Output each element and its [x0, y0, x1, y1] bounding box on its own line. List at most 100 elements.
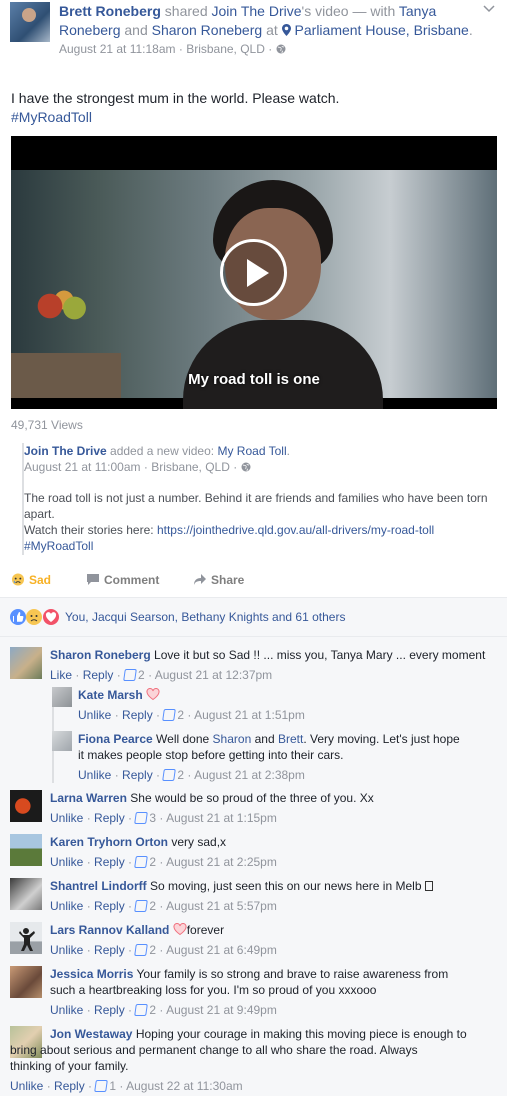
- commenter-avatar[interactable]: [10, 790, 42, 822]
- shared-word: shared: [164, 3, 208, 19]
- commenter-name[interactable]: Fiona Pearce: [78, 732, 153, 746]
- shared-timestamp[interactable]: August 21 at 11:00am · Brisbane, QLD ·: [24, 459, 251, 475]
- commenter-avatar[interactable]: [10, 966, 42, 998]
- heart-emoji-icon: [146, 687, 160, 701]
- source-page-link[interactable]: Join The Drive: [212, 3, 302, 19]
- video-caption: My road toll is one: [188, 371, 320, 388]
- reply-link[interactable]: Reply: [94, 899, 125, 913]
- comment-text-line-2: such a heartbreaking loss for you. I'm s…: [50, 983, 377, 997]
- commenter-name[interactable]: Jessica Morris: [50, 967, 133, 981]
- comment-time[interactable]: August 21 at 2:25pm: [166, 855, 277, 869]
- comment-time[interactable]: August 21 at 1:51pm: [194, 708, 305, 722]
- comment-time[interactable]: August 21 at 9:49pm: [166, 1003, 277, 1017]
- commenter-avatar[interactable]: [52, 731, 72, 751]
- commenter-name[interactable]: Kate Marsh: [78, 688, 143, 702]
- and-text: and: [124, 22, 148, 38]
- comment-button[interactable]: Comment: [86, 573, 159, 587]
- shared-video-title[interactable]: My Road Toll: [217, 444, 286, 458]
- shared-timestamp-text[interactable]: August 21 at 11:00am · Brisbane, QLD ·: [24, 460, 237, 474]
- reactions-summary: You, Jacqui Searson, Bethany Knights and…: [0, 597, 507, 637]
- comment-icon: [87, 574, 99, 585]
- reply-link[interactable]: Reply: [94, 1003, 125, 1017]
- like-count[interactable]: 2: [149, 943, 156, 957]
- comment-text: Your family is so strong and brave to ra…: [136, 967, 449, 981]
- timestamp-text[interactable]: August 21 at 11:18am · Brisbane, QLD ·: [59, 42, 272, 56]
- and-text: and: [254, 732, 275, 746]
- unlike-link[interactable]: Unlike: [10, 1079, 43, 1093]
- tagged-user-2[interactable]: Sharon Roneberg: [152, 22, 263, 38]
- reply-link[interactable]: Reply: [94, 855, 125, 869]
- heart-emoji-icon: [173, 922, 187, 936]
- like-count[interactable]: 2: [177, 708, 184, 722]
- author-avatar[interactable]: [10, 2, 50, 42]
- sad-icon: [26, 609, 43, 625]
- location-link[interactable]: Parliament House, Brisbane: [295, 22, 469, 38]
- commenter-name[interactable]: Jon Westaway: [50, 1027, 132, 1041]
- like-count[interactable]: 2: [138, 668, 145, 682]
- shared-external-link[interactable]: https://jointhedrive.qld.gov.au/all-driv…: [157, 523, 434, 537]
- commenter-name[interactable]: Larna Warren: [50, 791, 127, 805]
- comment-time[interactable]: August 21 at 12:37pm: [155, 668, 272, 682]
- commenter-avatar[interactable]: [10, 647, 42, 679]
- video-player[interactable]: My road toll is one: [11, 136, 497, 409]
- post-options-chevron-icon[interactable]: [483, 4, 497, 18]
- author-name[interactable]: Brett Roneberg: [59, 3, 161, 19]
- comment-time[interactable]: August 21 at 1:15pm: [166, 811, 277, 825]
- like-count[interactable]: 2: [149, 855, 156, 869]
- comment-time[interactable]: August 21 at 6:49pm: [166, 943, 277, 957]
- play-button-icon[interactable]: [220, 239, 287, 306]
- like-count[interactable]: 2: [149, 1003, 156, 1017]
- share-arrow-icon: [194, 574, 206, 585]
- mention-brett[interactable]: Brett: [278, 732, 303, 746]
- like-count[interactable]: 3: [149, 811, 156, 825]
- reply-link[interactable]: Reply: [122, 708, 153, 722]
- mention-sharon[interactable]: Sharon: [213, 732, 252, 746]
- unlike-link[interactable]: Unlike: [78, 708, 111, 722]
- shared-period: .: [286, 444, 290, 458]
- reply-link[interactable]: Reply: [54, 1079, 85, 1093]
- comment-time[interactable]: August 21 at 2:38pm: [194, 768, 305, 782]
- commenter-name[interactable]: Karen Tryhorn Orton: [50, 835, 168, 849]
- commenter-name[interactable]: Sharon Roneberg: [50, 648, 151, 662]
- like-count[interactable]: 1: [109, 1079, 116, 1093]
- commenter-name[interactable]: Lars Rannov Kalland: [50, 923, 169, 937]
- thumbs-up-icon: [94, 1080, 109, 1092]
- commenter-avatar[interactable]: [10, 922, 42, 954]
- place-suffix: .: [468, 22, 473, 38]
- shared-hashtag[interactable]: #MyRoadToll: [24, 538, 494, 554]
- location-pin-icon: [281, 24, 291, 36]
- unlike-link[interactable]: Unlike: [50, 943, 83, 957]
- unlike-link[interactable]: Unlike: [50, 855, 83, 869]
- comments-section: Sharon Roneberg Love it but so Sad !! ..…: [0, 637, 507, 1096]
- unlike-link[interactable]: Unlike: [50, 811, 83, 825]
- comment-time[interactable]: August 21 at 5:57pm: [166, 899, 277, 913]
- reply-link[interactable]: Reply: [94, 811, 125, 825]
- commenter-avatar[interactable]: [10, 878, 42, 910]
- reply-link[interactable]: Reply: [122, 768, 153, 782]
- comment-text: Love it but so Sad !! ... miss you, Tany…: [154, 648, 486, 662]
- source-suffix: 's video: [301, 3, 349, 19]
- view-count: 49,731 Views: [11, 418, 83, 432]
- commenter-avatar[interactable]: [52, 687, 72, 707]
- sad-reaction-button[interactable]: Sad: [11, 573, 51, 587]
- fruit-bowl: [29, 290, 99, 330]
- reply-link[interactable]: Reply: [83, 668, 114, 682]
- like-count[interactable]: 2: [149, 899, 156, 913]
- unlike-link[interactable]: Unlike: [50, 1003, 83, 1017]
- unlike-link[interactable]: Unlike: [50, 899, 83, 913]
- commenter-avatar[interactable]: [10, 834, 42, 866]
- share-button[interactable]: Share: [193, 573, 244, 587]
- shared-page-link[interactable]: Join The Drive: [24, 444, 107, 458]
- woman-in-video: [183, 180, 383, 409]
- commenter-name[interactable]: Shantrel Lindorff: [50, 879, 147, 893]
- like-link[interactable]: Like: [50, 668, 72, 682]
- comment-time[interactable]: August 22 at 11:30am: [126, 1079, 243, 1093]
- post-timestamp[interactable]: August 21 at 11:18am · Brisbane, QLD ·: [59, 40, 479, 58]
- reply-link[interactable]: Reply: [94, 943, 125, 957]
- thumbs-up-icon: [134, 944, 149, 956]
- reaction-names-link[interactable]: You, Jacqui Searson, Bethany Knights and…: [65, 610, 345, 624]
- unlike-link[interactable]: Unlike: [78, 768, 111, 782]
- comment-text: She would be so proud of the three of yo…: [130, 791, 374, 805]
- post-hashtag[interactable]: #MyRoadToll: [11, 108, 496, 127]
- like-count[interactable]: 2: [177, 768, 184, 782]
